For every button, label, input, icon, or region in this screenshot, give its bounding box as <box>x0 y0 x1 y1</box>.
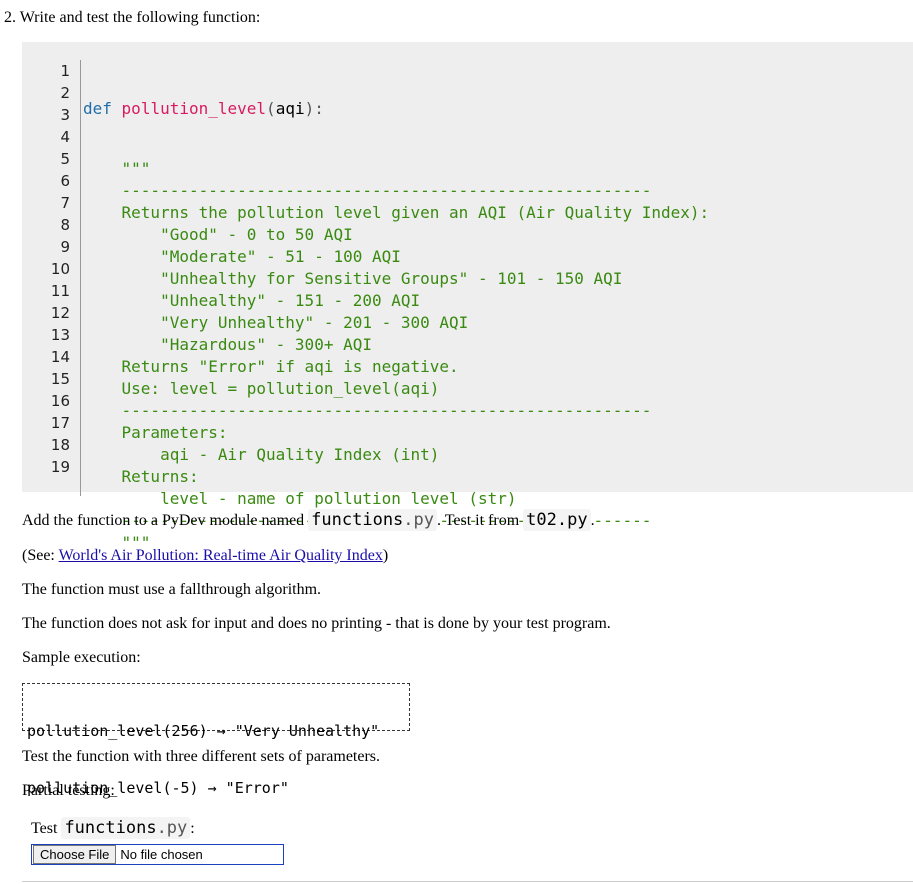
test-sets-paragraph: Test the function with three different s… <box>22 748 381 765</box>
code-line: "Unhealthy for Sensitive Groups" - 101 -… <box>83 269 623 288</box>
add-prefix-text: Add the function to a PyDev module named <box>22 512 309 529</box>
line-number: 7 <box>60 194 70 212</box>
code-line: Parameters: <box>83 423 228 442</box>
code-line: Returns the pollution level given an AQI… <box>83 203 710 222</box>
sample-execution-label: Sample execution: <box>22 649 141 666</box>
line-number: 11 <box>50 282 70 300</box>
line-number: 1 <box>60 62 70 80</box>
see-prefix-text: (See: <box>22 547 59 564</box>
code-line: level - name of pollution level (str) <box>83 489 517 508</box>
see-suffix-text: ) <box>382 547 389 564</box>
test-functions-label: Test functions.py: <box>31 817 195 840</box>
choose-file-button[interactable]: Choose File <box>33 845 117 864</box>
code-line: "Very Unhealthy" - 201 - 300 AQI <box>83 313 469 332</box>
add-function-paragraph: Add the function to a PyDev module named… <box>22 509 595 531</box>
line-number: 19 <box>50 458 70 476</box>
fallthrough-paragraph: The function must use a fallthrough algo… <box>22 581 322 598</box>
line-number-gutter: 1 2 3 4 5 6 7 8 9 10 11 12 13 14 15 16 17 18 19 <box>22 60 70 478</box>
code-line: "Good" - 0 to 50 AQI <box>83 225 353 244</box>
code-line: ----------------------------------------… <box>83 181 652 200</box>
line-number: 14 <box>50 348 70 366</box>
line-number: 15 <box>50 370 70 388</box>
line-number: 9 <box>60 238 70 256</box>
line-number: 18 <box>50 436 70 454</box>
bottom-divider <box>22 881 913 882</box>
sample-execution-box: pollution_level(256) → "Very Unhealthy" … <box>22 683 410 797</box>
line-number: 13 <box>50 326 70 344</box>
test-label-prefix: Test <box>31 820 62 837</box>
question-heading: 2. Write and test the following function… <box>4 8 260 28</box>
code-line: Returns: <box>83 467 199 486</box>
function-name: pollution_level <box>121 99 267 118</box>
line-number: 10 <box>50 260 70 278</box>
line-number: 5 <box>60 150 70 168</box>
code-line: aqi - Air Quality Index (int) <box>83 445 440 464</box>
code-block: 1 2 3 4 5 6 7 8 9 10 11 12 13 14 15 16 17 18 19 def pollut… <box>22 42 913 552</box>
sample-line: pollution_level(256) → "Very Unhealthy" <box>27 722 380 740</box>
test-module-ext: .py <box>156 818 188 838</box>
line-number: 4 <box>60 128 70 146</box>
code-line: Use: level = pollution_level(aqi) <box>83 379 440 398</box>
question-number: 2. <box>4 9 16 26</box>
question-text: Write and test the following function: <box>19 9 261 26</box>
add-middle-text: . Test it from <box>437 512 524 529</box>
line-number: 6 <box>60 172 70 190</box>
code-line: """ <box>83 159 151 178</box>
line-number: 16 <box>50 392 70 410</box>
line-number: 12 <box>50 304 70 322</box>
line-number: 17 <box>50 414 70 432</box>
code-line: "Hazardous" - 300+ AQI <box>83 335 372 354</box>
module-name: functions <box>311 510 404 530</box>
code-line: Returns "Error" if aqi is negative. <box>83 357 459 376</box>
test-module-name: functions <box>64 818 157 838</box>
line-number: 8 <box>60 216 70 234</box>
code-line-def: def pollution_level(aqi): <box>83 98 709 120</box>
test-label-suffix: : <box>190 820 195 837</box>
no-file-chosen-text: No file chosen <box>120 847 203 862</box>
param-name: aqi <box>275 99 305 118</box>
partial-testing-label: Partial testing: <box>22 782 115 799</box>
code-line: "Unhealthy" - 151 - 200 AQI <box>83 291 421 310</box>
close-paren: ): <box>304 99 324 118</box>
def-keyword: def <box>83 99 112 118</box>
file-upload-input[interactable]: Choose File No file chosen <box>31 844 284 865</box>
module-ext: .py <box>403 510 435 530</box>
code-line: "Moderate" - 51 - 100 AQI <box>83 247 401 266</box>
code-lines: def pollution_level(aqi): """ ----------… <box>83 60 709 554</box>
code-line: ----------------------------------------… <box>83 401 652 420</box>
add-suffix-text: . <box>590 512 595 529</box>
no-input-paragraph: The function does not ask for input and … <box>22 615 611 632</box>
air-quality-index-link[interactable]: World's Air Pollution: Real-time Air Qua… <box>59 547 383 564</box>
module-name-code: functions.py <box>308 509 438 531</box>
test-file-code: t02.py <box>523 509 591 531</box>
see-paragraph: (See: World's Air Pollution: Real-time A… <box>22 546 388 566</box>
gutter-separator <box>80 60 81 496</box>
line-number: 2 <box>60 84 70 102</box>
test-module-code: functions.py <box>61 817 191 839</box>
open-paren: ( <box>266 99 276 118</box>
line-number: 3 <box>60 106 70 124</box>
